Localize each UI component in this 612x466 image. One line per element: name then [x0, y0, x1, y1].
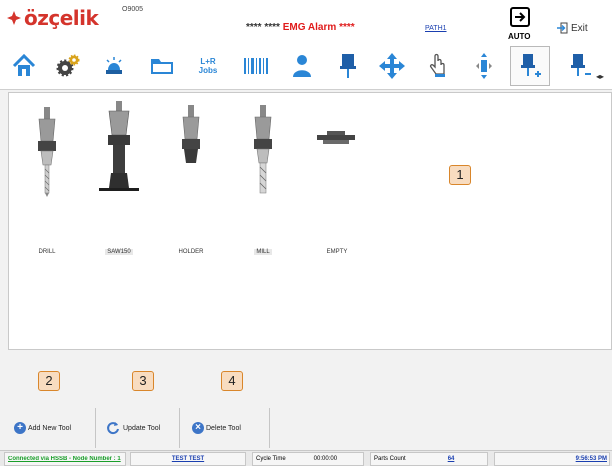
drill-tool-image — [38, 107, 56, 197]
tool-item-mill[interactable]: MILL — [233, 93, 293, 263]
brand-logo: özçelik — [6, 6, 99, 30]
test-link-cell[interactable]: TEST TEST — [130, 452, 246, 466]
barcode-button[interactable] — [236, 46, 276, 86]
tool-holder-button[interactable] — [328, 46, 368, 86]
tool-label-text: MILL — [254, 249, 272, 255]
tool-label-text: SAW150 — [105, 249, 133, 255]
tool-library-panel: DRILL SAW150 HOLDER MILL EMPTY 1 — [8, 92, 612, 350]
tool-add-icon — [521, 54, 541, 77]
exit-label: Exit — [571, 22, 588, 34]
callout-marker-2: 2 — [38, 371, 60, 391]
tool-label-text: EMPTY — [326, 249, 348, 255]
tool-holder-icon — [340, 54, 356, 78]
emg-indicator: EMG — [282, 22, 306, 33]
header-bar: özçelik O9005 **** **** EMG Alarm **** P… — [0, 0, 612, 44]
exit-icon — [557, 22, 568, 34]
beacon-light-icon — [106, 57, 122, 74]
tool-remove-icon — [571, 54, 591, 76]
tool-label: MILL — [233, 249, 293, 255]
plus-icon: + — [14, 422, 26, 434]
main-toolbar: L+R Jobs ◂▸ — [0, 44, 612, 90]
tool-item-saw150[interactable]: SAW150 — [89, 93, 149, 263]
exit-button[interactable]: Exit — [556, 22, 588, 34]
clock-time: 9:56:53 PM — [575, 456, 607, 462]
tool-item-holder[interactable]: HOLDER — [161, 93, 221, 263]
folder-icon — [151, 59, 173, 74]
mode-switch-icon — [510, 7, 530, 27]
saw-tool-image — [99, 101, 139, 191]
jog-button[interactable] — [372, 46, 412, 86]
jobs-button[interactable]: L+R Jobs — [188, 46, 228, 86]
operator-button[interactable] — [282, 46, 322, 86]
settings-gears-icon — [56, 54, 80, 77]
tool-item-empty[interactable]: EMPTY — [307, 93, 367, 263]
brand-name: özçelik — [24, 6, 99, 30]
operator-icon — [293, 55, 311, 77]
machine-status: **** **** EMG Alarm **** — [246, 22, 355, 33]
home-icon — [12, 53, 36, 76]
folder-button[interactable] — [142, 46, 182, 86]
mill-tool-image — [254, 105, 272, 194]
connection-status-text: Connected via HSSB - Node Number : 1 — [8, 456, 121, 462]
clock-cell: 9:56:53 PM — [494, 452, 610, 466]
home-button[interactable] — [4, 46, 44, 86]
tool-label-text: HOLDER — [178, 249, 204, 255]
touch-hand-icon — [429, 53, 445, 77]
empty-slot-image — [317, 131, 355, 144]
jobs-line-2: Jobs — [198, 66, 218, 75]
path-link[interactable]: PATH1 — [425, 25, 447, 32]
parts-count-label: Parts Count — [374, 456, 406, 462]
refresh-icon — [107, 422, 119, 435]
add-new-tool-button[interactable]: + Add New Tool — [14, 408, 96, 448]
axis-button[interactable] — [464, 46, 504, 86]
axis-arrows-icon — [476, 53, 492, 79]
beacon-button[interactable] — [94, 46, 134, 86]
auto-label: AUTO — [508, 32, 531, 41]
cycle-time-cell: Cycle Time 00:00:00 — [252, 452, 364, 466]
jobs-icon: L+R Jobs — [199, 57, 218, 75]
alarm-indicator: Alarm — [307, 22, 337, 33]
jobs-line-1: L+R — [200, 57, 216, 66]
tool-label: SAW150 — [89, 249, 149, 255]
barcode-icon — [244, 58, 268, 74]
update-tool-button[interactable]: Update Tool — [102, 408, 180, 448]
test-link[interactable]: TEST TEST — [172, 456, 204, 462]
cycle-time-label: Cycle Time — [256, 456, 286, 462]
delete-x-icon: × — [192, 422, 204, 434]
toolbar-scroll-arrows[interactable]: ◂▸ — [596, 72, 604, 81]
brand-mark-icon — [7, 11, 21, 25]
callout-marker-4: 4 — [221, 371, 243, 391]
tool-actions-bar: + Add New Tool Update Tool × Delete Tool — [0, 406, 612, 448]
app-window: özçelik O9005 **** **** EMG Alarm **** P… — [0, 0, 612, 466]
update-tool-label: Update Tool — [123, 424, 161, 432]
status-stars-1: **** — [246, 22, 262, 33]
connection-status: Connected via HSSB - Node Number : 1 — [4, 452, 126, 466]
program-number: O9005 — [122, 6, 144, 13]
callout-marker-1: 1 — [449, 165, 471, 185]
status-stars-2: **** — [264, 22, 280, 33]
parts-count-cell: Parts Count 64 — [370, 452, 488, 466]
status-stars-3: **** — [339, 22, 355, 33]
callout-marker-3: 3 — [132, 371, 154, 391]
tool-label: HOLDER — [161, 249, 221, 255]
tool-remove-tab[interactable] — [560, 46, 600, 86]
delete-tool-label: Delete Tool — [206, 424, 241, 432]
manual-touch-button[interactable] — [418, 46, 458, 86]
settings-button[interactable] — [48, 46, 88, 86]
parts-count-value[interactable]: 64 — [448, 456, 455, 462]
add-new-tool-label: Add New Tool — [28, 424, 72, 432]
tool-label-text: DRILL — [38, 249, 56, 255]
tool-add-tab[interactable] — [510, 46, 550, 86]
cycle-time-value: 00:00:00 — [313, 456, 338, 462]
tool-item-drill[interactable]: DRILL — [17, 93, 77, 263]
tool-label: DRILL — [17, 249, 77, 255]
delete-tool-button[interactable]: × Delete Tool — [188, 408, 270, 448]
move-arrows-icon — [379, 53, 405, 79]
status-bar: Connected via HSSB - Node Number : 1 TES… — [0, 450, 612, 466]
tool-label: EMPTY — [307, 249, 367, 255]
holder-tool-image — [182, 105, 200, 163]
